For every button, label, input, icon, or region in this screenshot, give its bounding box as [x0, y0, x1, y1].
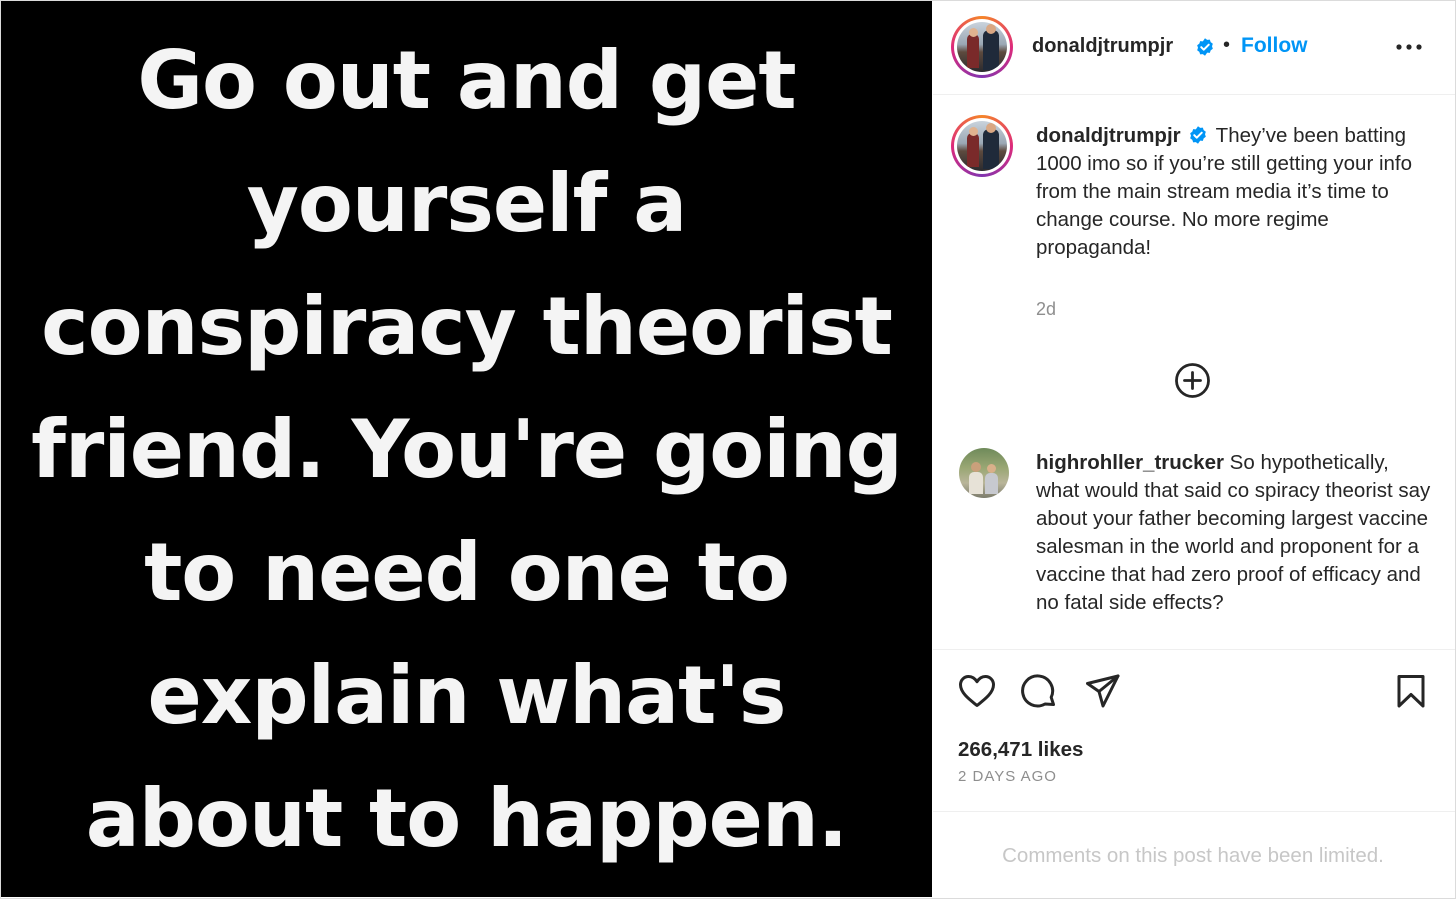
post-header: donaldjtrumpjr • Follow	[933, 1, 1455, 95]
caption-author-avatar[interactable]	[951, 115, 1013, 177]
verified-badge-icon	[1197, 38, 1213, 56]
comments-limited-notice: Comments on this post have been limited.	[1002, 844, 1384, 867]
post-image[interactable]: Go out and get yourself a conspiracy the…	[1, 1, 932, 897]
author-username[interactable]: donaldjtrumpjr	[1032, 35, 1173, 58]
send-icon[interactable]	[1084, 672, 1122, 710]
image-text-line: yourself a	[246, 157, 687, 250]
image-text-line: to need one to	[144, 526, 790, 619]
caption-timestamp[interactable]: 2d	[1036, 299, 1056, 320]
avatar-photo	[957, 22, 1007, 72]
divider	[933, 811, 1455, 812]
verified-badge-icon	[1190, 126, 1207, 144]
like-count[interactable]: 266,471 likes	[958, 738, 1083, 762]
comment-body: So hypothetically, what would that said …	[1036, 451, 1431, 614]
heart-icon[interactable]	[957, 673, 997, 709]
follow-button[interactable]: Follow	[1241, 34, 1308, 58]
post-caption: donaldjtrumpjr They’ve been batting 1000…	[1036, 122, 1436, 262]
post-date[interactable]: 2 DAYS AGO	[958, 768, 1057, 785]
image-text-line: friend. You're going	[31, 403, 903, 496]
separator-dot: •	[1223, 34, 1231, 56]
plus-circle-icon[interactable]	[1174, 362, 1211, 399]
post-sidebar: donaldjtrumpjr • Follow donaldjtrumpjr T…	[933, 1, 1455, 897]
comment-username[interactable]: highrohller_trucker	[1036, 451, 1224, 474]
author-avatar[interactable]	[951, 16, 1013, 78]
comment-item: highrohller_trucker So hypothetically, w…	[1036, 449, 1436, 617]
image-text-line: about to happen.	[85, 772, 848, 865]
image-text-line: explain what's	[147, 649, 787, 742]
commenter-avatar[interactable]	[959, 448, 1009, 498]
caption-username[interactable]: donaldjtrumpjr	[1036, 124, 1181, 147]
image-text-line: Go out and get	[137, 34, 796, 127]
more-options-icon[interactable]	[1395, 37, 1423, 57]
divider	[933, 649, 1455, 650]
comment-icon[interactable]	[1020, 672, 1058, 710]
bookmark-icon[interactable]	[1394, 673, 1428, 709]
avatar-photo	[957, 121, 1007, 171]
image-text-line: conspiracy theorist	[41, 280, 893, 373]
